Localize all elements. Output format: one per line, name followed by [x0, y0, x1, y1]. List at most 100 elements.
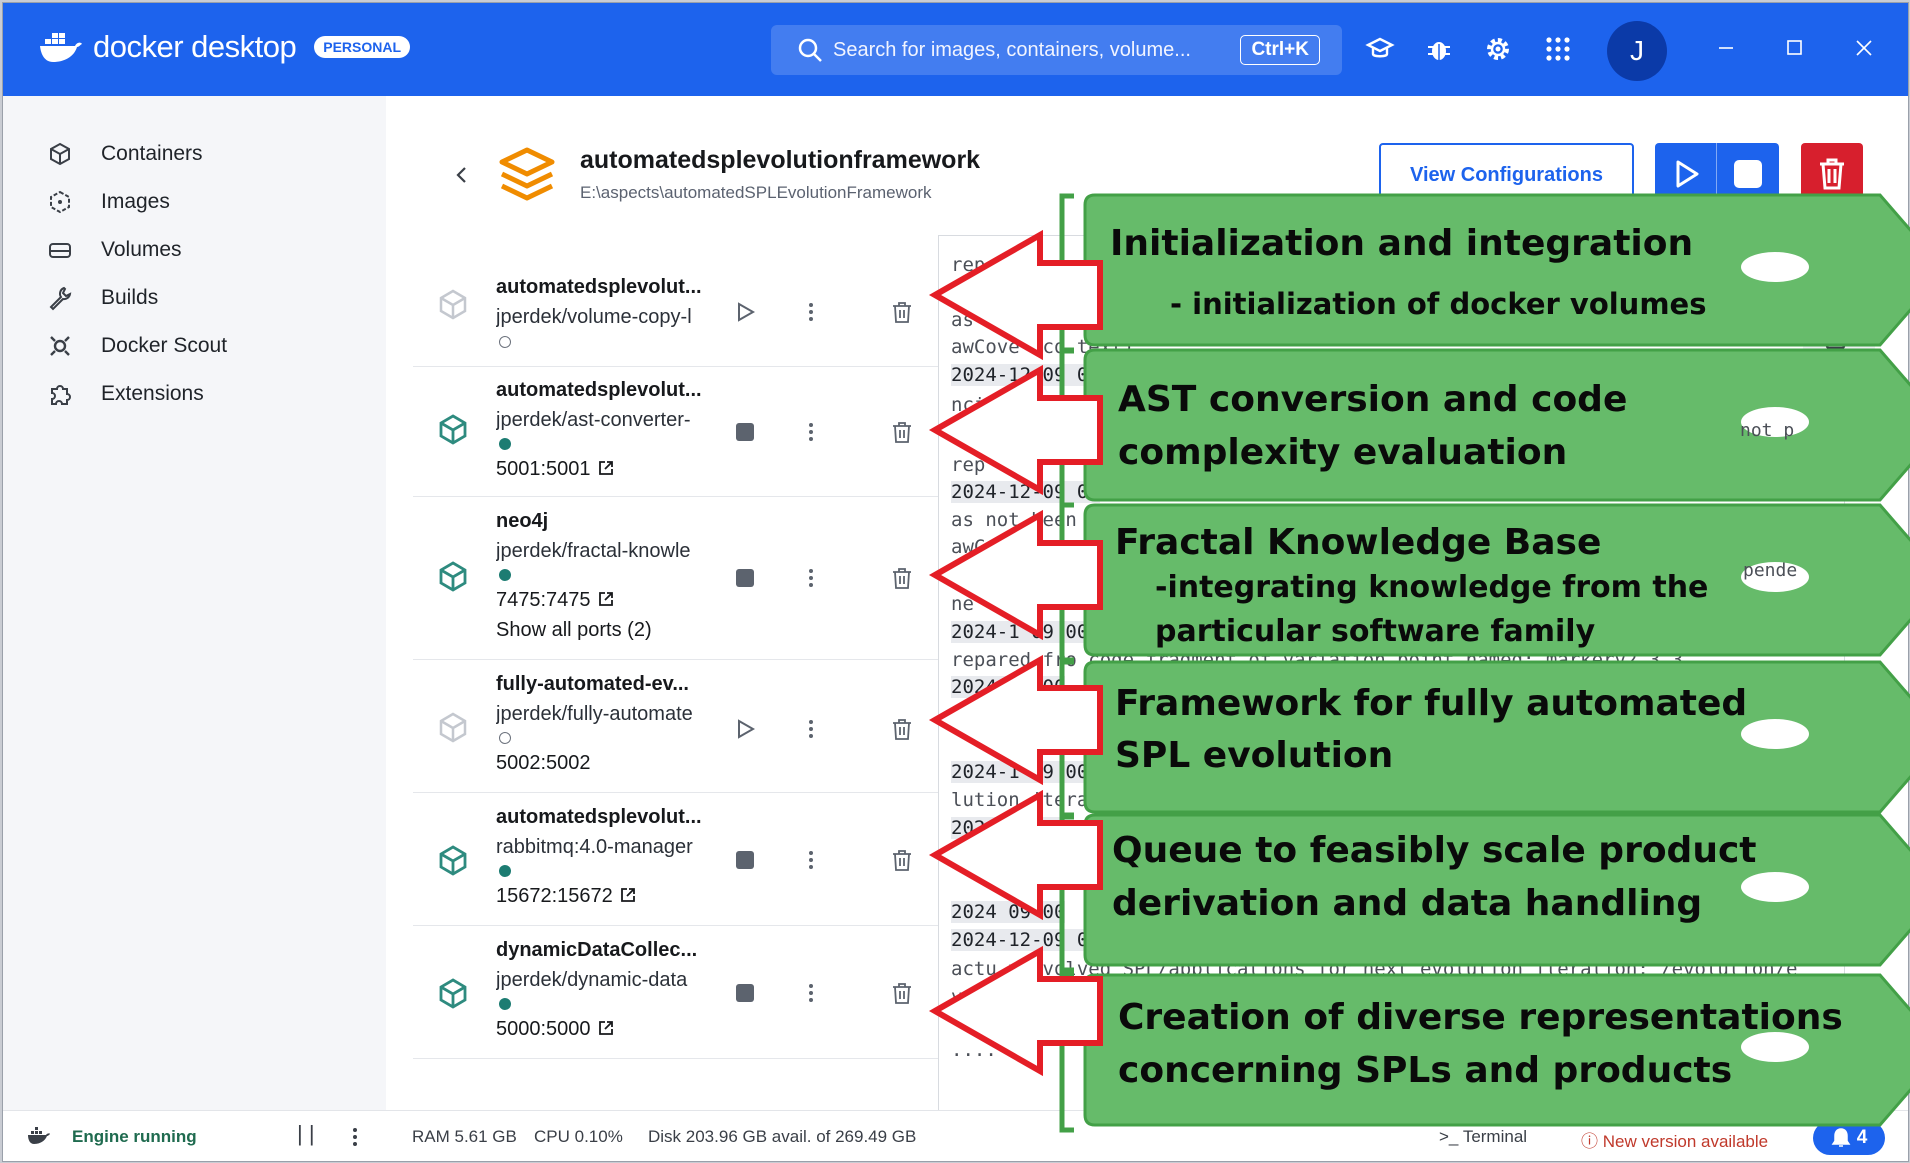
more-options-icon[interactable] — [799, 981, 823, 1005]
sidebar-item-builds[interactable]: Builds — [47, 285, 158, 311]
sidebar-item-images[interactable]: Images — [47, 189, 170, 215]
log-line: 2024-12-09 00 — [951, 481, 1100, 503]
status-dot — [499, 569, 511, 581]
clear-log-icon[interactable] — [1823, 438, 1855, 470]
notification-count: 4 — [1856, 1127, 1868, 1148]
container-name[interactable]: automatedsplevolut... — [496, 276, 702, 299]
copy-icon[interactable] — [1823, 321, 1855, 353]
container-name[interactable]: dynamicDataCollec... — [496, 939, 697, 962]
app-brand: docker desktop — [93, 29, 297, 64]
ram-usage: RAM 5.61 GB — [412, 1127, 517, 1146]
learning-center-icon[interactable] — [1365, 34, 1395, 64]
more-options-icon[interactable] — [799, 420, 823, 444]
clock-icon[interactable] — [1823, 378, 1855, 410]
annotation-title: Queue to feasibly scale product — [1112, 830, 1757, 871]
container-image[interactable]: jperdek/volume-copy-l — [496, 306, 708, 329]
volumes-icon — [49, 243, 71, 258]
bug-report-icon[interactable] — [1424, 34, 1454, 64]
container-name[interactable]: fully-automated-ev... — [496, 673, 689, 696]
trash-icon[interactable] — [889, 299, 915, 325]
container-image[interactable]: rabbitmq:4.0-manager — [496, 836, 708, 859]
more-options-icon[interactable] — [799, 848, 823, 872]
sidebar-item-volumes[interactable]: Volumes — [47, 237, 182, 263]
trash-icon[interactable] — [889, 980, 915, 1006]
annotation-title: Framework for fully automated — [1115, 683, 1748, 724]
user-avatar[interactable]: J — [1607, 21, 1667, 81]
delete-button[interactable] — [1801, 143, 1863, 205]
container-image[interactable]: jperdek/fractal-knowle — [496, 540, 708, 563]
container-row[interactable]: fully-automated-ev... jperdek/fully-auto… — [413, 659, 938, 793]
container-row[interactable]: neo4j jperdek/fractal-knowle 7475:7475 S… — [413, 496, 938, 660]
external-link-icon — [598, 592, 613, 606]
port-link[interactable]: 5000:5000 — [496, 1018, 615, 1041]
trash-icon — [1820, 158, 1844, 190]
container-name[interactable]: automatedsplevolut... — [496, 379, 702, 402]
notifications-button[interactable]: 4 — [1813, 1121, 1885, 1155]
title-bar: docker desktop PERSONAL Search for image… — [3, 3, 1908, 96]
terminal-button[interactable]: >_ Terminal — [1439, 1127, 1527, 1147]
stop-icon[interactable] — [733, 566, 757, 590]
trash-icon[interactable] — [889, 716, 915, 742]
annotation-title: Creation of diverse representations — [1118, 997, 1843, 1038]
sidebar-item-containers[interactable]: Containers — [47, 141, 203, 167]
external-link-icon — [620, 888, 635, 902]
container-row[interactable]: dynamicDataCollec... jperdek/dynamic-dat… — [413, 925, 938, 1059]
sidebar: Containers Images Volumes Builds Docker … — [3, 96, 386, 1110]
play-icon[interactable] — [733, 300, 757, 324]
more-options-icon[interactable] — [799, 300, 823, 324]
container-image[interactable]: jperdek/dynamic-data — [496, 969, 708, 992]
sidebar-item-extensions[interactable]: Extensions — [47, 381, 204, 407]
stop-icon[interactable] — [733, 981, 757, 1005]
container-row[interactable]: automatedsplevolut... jperdek/ast-conver… — [413, 366, 938, 497]
pause-icon[interactable]: | | — [297, 1121, 315, 1147]
annotation-subtitle: -integrating knowledge from the — [1155, 570, 1709, 605]
container-row[interactable]: automatedsplevolut... rabbitmq:4.0-manag… — [413, 792, 938, 926]
log-line: 2024 09 00 — [951, 901, 1066, 923]
log-line: 2024-1 09 00 — [951, 761, 1089, 783]
container-name[interactable]: neo4j — [496, 510, 548, 533]
view-configurations-button[interactable]: View Configurations — [1379, 143, 1634, 207]
port-link[interactable]: 5001:5001 — [496, 458, 615, 481]
more-options-icon[interactable] — [799, 566, 823, 590]
update-notice[interactable]: ⓘ New version available — [1581, 1127, 1768, 1152]
sidebar-item-label: Containers — [101, 142, 203, 165]
port-link[interactable]: 15672:15672 — [496, 885, 637, 908]
log-fragment: not p — [1740, 420, 1795, 441]
trash-icon[interactable] — [889, 419, 915, 445]
stop-icon[interactable] — [733, 420, 757, 444]
trash-icon[interactable] — [889, 565, 915, 591]
stop-icon[interactable] — [1732, 158, 1764, 190]
log-line: as not been a — [951, 509, 1100, 531]
container-row[interactable]: automatedsplevolut... jperdek/volume-cop… — [413, 238, 938, 367]
port-link[interactable]: 7475:7475 — [496, 589, 615, 612]
play-icon[interactable] — [1669, 157, 1703, 191]
settings-gear-icon[interactable] — [1483, 34, 1513, 64]
more-options-icon[interactable] — [799, 717, 823, 741]
log-panel[interactable]: rep as awCove (co text) 2024-12-09 00 nc… — [938, 235, 1845, 1117]
stop-icon[interactable] — [733, 848, 757, 872]
show-all-ports-link[interactable]: Show all ports (2) — [496, 619, 652, 642]
minimize-icon[interactable] — [1711, 33, 1741, 63]
bell-icon — [1831, 1128, 1851, 1147]
sidebar-item-docker-scout[interactable]: Docker Scout — [47, 333, 227, 359]
page-title: automatedsplevolutionframework — [580, 146, 981, 174]
back-arrow-icon[interactable] — [450, 163, 474, 187]
container-image[interactable]: jperdek/ast-converter- — [496, 409, 708, 432]
global-search[interactable]: Search for images, containers, volume...… — [771, 25, 1342, 75]
maximize-icon[interactable] — [1779, 33, 1809, 63]
container-image[interactable]: jperdek/fully-automate — [496, 703, 708, 726]
status-dot — [499, 336, 511, 348]
annotation-subtitle: complexity evaluation — [1118, 432, 1568, 473]
container-name[interactable]: automatedsplevolut... — [496, 806, 702, 829]
external-link-icon — [598, 461, 613, 475]
docker-logo: docker desktop PERSONAL — [39, 29, 411, 65]
more-options-icon[interactable] — [345, 1125, 365, 1149]
play-icon[interactable] — [733, 717, 757, 741]
annotation-title: AST conversion and code — [1118, 379, 1628, 420]
trash-icon[interactable] — [889, 847, 915, 873]
engine-status[interactable]: Engine running — [72, 1127, 197, 1147]
close-icon[interactable] — [1849, 33, 1879, 63]
terminal-icon: >_ — [1439, 1127, 1463, 1146]
extensions-grid-icon[interactable] — [1543, 34, 1573, 64]
status-bar: Engine running | | RAM 5.61 GB CPU 0.10%… — [3, 1110, 1908, 1161]
